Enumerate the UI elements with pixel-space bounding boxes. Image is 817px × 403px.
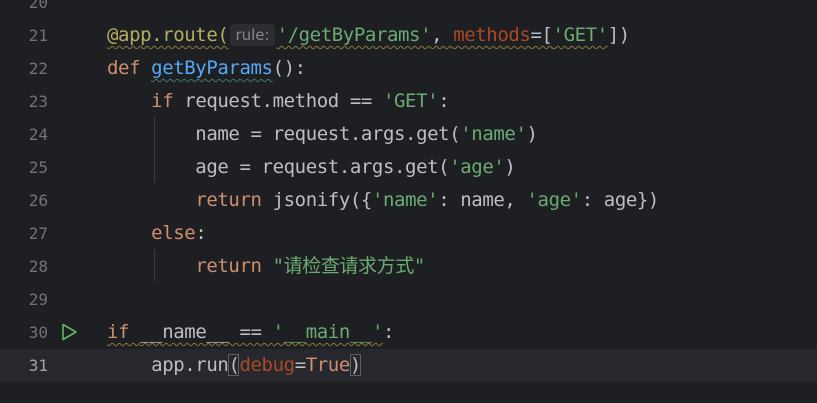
code-token: 'name' <box>371 189 439 211</box>
indent-guide <box>154 249 155 282</box>
code-token: age = request.args.get( <box>107 156 450 178</box>
code-token: return <box>195 255 273 277</box>
code-text[interactable]: @app.route(rule: '/getByParams', methods=… <box>107 19 630 52</box>
code-line-28[interactable]: 28 return "请检查请求方式" <box>0 250 817 283</box>
code-text[interactable]: return jsonify({'name': name, 'age': age… <box>107 184 659 217</box>
code-token: app.run <box>107 354 229 376</box>
code-token: name = request.args.get( <box>107 123 461 145</box>
inlay-hint: rule: <box>230 24 275 46</box>
code-token: ( <box>228 354 240 376</box>
code-token: True <box>305 354 351 376</box>
code-token: '/getByParams' <box>276 24 432 46</box>
code-token: =[ <box>530 24 553 46</box>
code-line-29[interactable]: 29 <box>0 283 817 316</box>
code-token: request.method == <box>184 90 383 112</box>
code-token: : name, <box>438 189 527 211</box>
code-text[interactable]: if request.method == 'GET': <box>107 85 449 118</box>
code-token: 'GET' <box>552 24 609 46</box>
line-number[interactable]: 21 <box>0 19 48 52</box>
code-token: 'name' <box>460 123 527 145</box>
code-token: ) <box>526 123 538 145</box>
code-token: getByParams <box>151 57 273 79</box>
line-number[interactable]: 29 <box>0 283 48 316</box>
code-token: 'GET' <box>382 90 439 112</box>
line-number[interactable]: 31 <box>0 349 48 382</box>
code-token: , <box>431 24 454 46</box>
line-number[interactable]: 24 <box>0 118 48 151</box>
line-number[interactable]: 26 <box>0 184 48 217</box>
run-triangle-icon[interactable] <box>60 323 78 341</box>
code-line-25[interactable]: 25 age = request.args.get('age') <box>0 151 817 184</box>
code-token: else <box>151 222 196 244</box>
code-line-20[interactable]: 20 <box>0 0 817 19</box>
line-number[interactable]: 22 <box>0 52 48 85</box>
code-text[interactable]: age = request.args.get('age') <box>107 151 516 184</box>
line-number[interactable]: 20 <box>0 0 48 19</box>
code-token: 'age' <box>449 156 505 178</box>
code-text[interactable]: app.run(debug=True) <box>107 349 361 382</box>
code-editor[interactable]: 20 21 @app.route(rule: '/getByParams', meth… <box>0 0 817 403</box>
line-number[interactable]: 30 <box>0 316 48 349</box>
code-text[interactable]: if __name__ == '__main__': <box>107 316 394 349</box>
code-token: debug <box>239 354 295 376</box>
line-number[interactable]: 28 <box>0 250 48 283</box>
code-line-31[interactable]: 31 app.run(debug=True) <box>0 349 817 382</box>
code-token: jsonify({ <box>272 189 373 211</box>
code-line-27[interactable]: 27 else: <box>0 217 817 250</box>
code-token: "请检查请求方式" <box>272 255 426 277</box>
code-text[interactable]: def getByParams(): <box>107 52 306 85</box>
code-token: return <box>195 189 273 211</box>
code-token: ]) <box>607 24 630 46</box>
code-token: 'age' <box>526 189 583 211</box>
code-token: @app.route( <box>107 24 229 46</box>
code-token: methods <box>453 24 531 46</box>
code-line-26[interactable]: 26 return jsonify({'name': name, 'age': … <box>0 184 817 217</box>
code-line-22[interactable]: 22 def getByParams(): <box>0 52 817 85</box>
code-token: ) <box>349 354 361 376</box>
code-token: = <box>294 354 306 376</box>
code-token: if <box>107 321 141 343</box>
code-token: : <box>438 90 450 112</box>
code-token: : <box>382 321 395 343</box>
indent-guide <box>154 117 155 183</box>
code-token: : age}) <box>581 189 660 211</box>
code-token: __name__ == <box>140 321 273 343</box>
code-line-21[interactable]: 21 @app.route(rule: '/getByParams', method… <box>0 19 817 52</box>
line-number[interactable]: 23 <box>0 85 48 118</box>
code-token: '__main__' <box>272 321 384 343</box>
code-line-30[interactable]: 30 if __name__ == '__main__': <box>0 316 817 349</box>
code-token: if <box>151 90 185 112</box>
code-token: (): <box>272 57 307 79</box>
code-line-24[interactable]: 24 name = request.args.get('name') <box>0 118 817 151</box>
line-number[interactable]: 25 <box>0 151 48 184</box>
code-line-23[interactable]: 23 if request.method == 'GET': <box>0 85 817 118</box>
code-text[interactable]: name = request.args.get('name') <box>107 118 538 151</box>
code-token: def <box>107 57 152 79</box>
code-text[interactable]: else: <box>107 217 207 250</box>
line-number[interactable]: 27 <box>0 217 48 250</box>
code-token: ) <box>504 156 516 178</box>
code-token: : <box>195 222 207 244</box>
